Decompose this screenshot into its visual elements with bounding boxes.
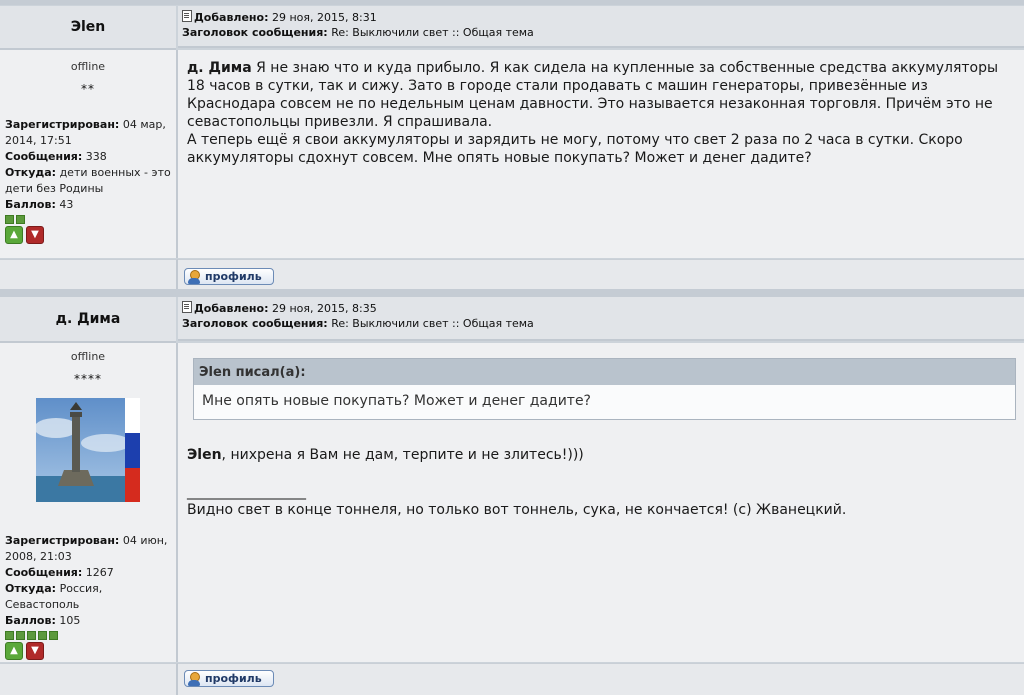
vote-buttons: ▲ ▼ [0, 226, 176, 244]
thumbs-up-icon[interactable]: ▲ [5, 642, 23, 660]
profile-label: профиль [205, 270, 262, 283]
points-value: 43 [59, 198, 74, 211]
from-label: Откуда: [5, 166, 57, 179]
added-date: 29 ноя, 2015, 8:35 [272, 302, 377, 315]
messages-label: Сообщения: [5, 566, 83, 579]
subject-label: Заголовок сообщения: [182, 317, 328, 330]
added-label: Добавлено: [194, 11, 269, 24]
post-header: Добавлено: 29 ноя, 2015, 8:35 Заголовок … [178, 297, 1024, 341]
quote-header: Эlen писал(а): [194, 359, 1015, 385]
post-footer: профиль [178, 663, 1024, 695]
user-icon [187, 671, 201, 686]
profile-button[interactable]: профиль [184, 670, 274, 687]
reply-text: , нихрена я Вам не дам, терпите и не зли… [221, 447, 584, 463]
author-info: offline ** Зарегистрирован: 04 мар, 2014… [0, 50, 178, 258]
profile-label: профиль [205, 672, 262, 685]
level-square [16, 631, 25, 640]
registered-label: Зарегистрирован: [5, 534, 120, 547]
author-stats: Зарегистрирован: 04 июн, 2008, 21:03 Соо… [0, 533, 175, 660]
post-author-name[interactable]: Эlen [0, 6, 176, 50]
post-author-name[interactable]: д. Дима [0, 297, 176, 343]
signature-text: Видно свет в конце тоннеля, но только во… [187, 502, 847, 518]
post-message: д. Дима Я не знаю что и куда прибыло. Я … [178, 50, 1024, 167]
vote-buttons: ▲ ▼ [5, 642, 175, 660]
level-square [38, 631, 47, 640]
post-footer-left [0, 259, 178, 290]
forum-post-1: Эlen Добавлено: 29 ноя, 2015, 8:31 Загол… [0, 0, 1024, 290]
level-indicator [5, 631, 175, 640]
level-square [27, 631, 36, 640]
subject-text: Re: Выключили свет :: Общая тема [331, 317, 534, 330]
signature-block: _________________ Видно свет в конце тон… [187, 483, 1017, 519]
reply-message: Эlen, нихрена я Вам не дам, терпите и не… [187, 446, 1017, 464]
post-separator [0, 289, 1024, 297]
mention: Эlen [187, 447, 222, 463]
added-label: Добавлено: [194, 302, 269, 315]
online-status: offline [70, 60, 106, 73]
points-label: Баллов: [5, 198, 56, 211]
points-value: 105 [59, 614, 81, 627]
post-icon[interactable] [182, 301, 192, 313]
online-status: offline [70, 350, 106, 363]
subject-text: Re: Выключили свет :: Общая тема [331, 26, 534, 39]
registered-label: Зарегистрирован: [5, 118, 120, 131]
thumbs-down-icon[interactable]: ▼ [26, 226, 44, 244]
author-stats: Зарегистрирован: 04 мар, 2014, 17:51 Соо… [0, 117, 176, 213]
level-square [5, 215, 14, 224]
quote-text: Мне опять новые покупать? Может и денег … [202, 393, 591, 409]
profile-button[interactable]: профиль [184, 268, 274, 285]
author-info: offline **** Зарегистрирован: 04 июн, 20… [0, 343, 178, 662]
points-label: Баллов: [5, 614, 56, 627]
user-icon [187, 269, 201, 284]
message-paragraph-1: Я не знаю что и куда прибыло. Я как сиде… [187, 60, 999, 130]
level-square [16, 215, 25, 224]
post-footer-left [0, 663, 178, 695]
added-date: 29 ноя, 2015, 8:31 [272, 11, 377, 24]
mention: д. Дима [187, 60, 252, 76]
post-body: д. Дима Я не знаю что и куда прибыло. Я … [178, 50, 1024, 258]
post-header: Добавлено: 29 ноя, 2015, 8:31 Заголовок … [178, 6, 1024, 48]
messages-count: 1267 [85, 566, 114, 579]
level-square [49, 631, 58, 640]
rank-stars: **** [74, 372, 102, 386]
subject-label: Заголовок сообщения: [182, 26, 328, 39]
post-body: Эlen писал(а): Мне опять новые покупать?… [178, 343, 1024, 662]
thumbs-up-icon[interactable]: ▲ [5, 226, 23, 244]
forum-post-2: д. Дима Добавлено: 29 ноя, 2015, 8:35 За… [0, 297, 1024, 695]
messages-label: Сообщения: [5, 150, 83, 163]
messages-count: 338 [85, 150, 107, 163]
thumbs-down-icon[interactable]: ▼ [26, 642, 44, 660]
post-icon[interactable] [182, 10, 192, 22]
signature-line: _________________ [187, 484, 306, 500]
from-label: Откуда: [5, 582, 57, 595]
level-indicator [0, 215, 176, 224]
quote-box: Эlen писал(а): Мне опять новые покупать?… [193, 358, 1016, 420]
rank-stars: ** [81, 82, 95, 96]
message-paragraph-2: А теперь ещё я свои аккумуляторы и заряд… [187, 132, 963, 166]
post-footer: профиль [178, 259, 1024, 290]
avatar [36, 398, 140, 502]
level-square [5, 631, 14, 640]
